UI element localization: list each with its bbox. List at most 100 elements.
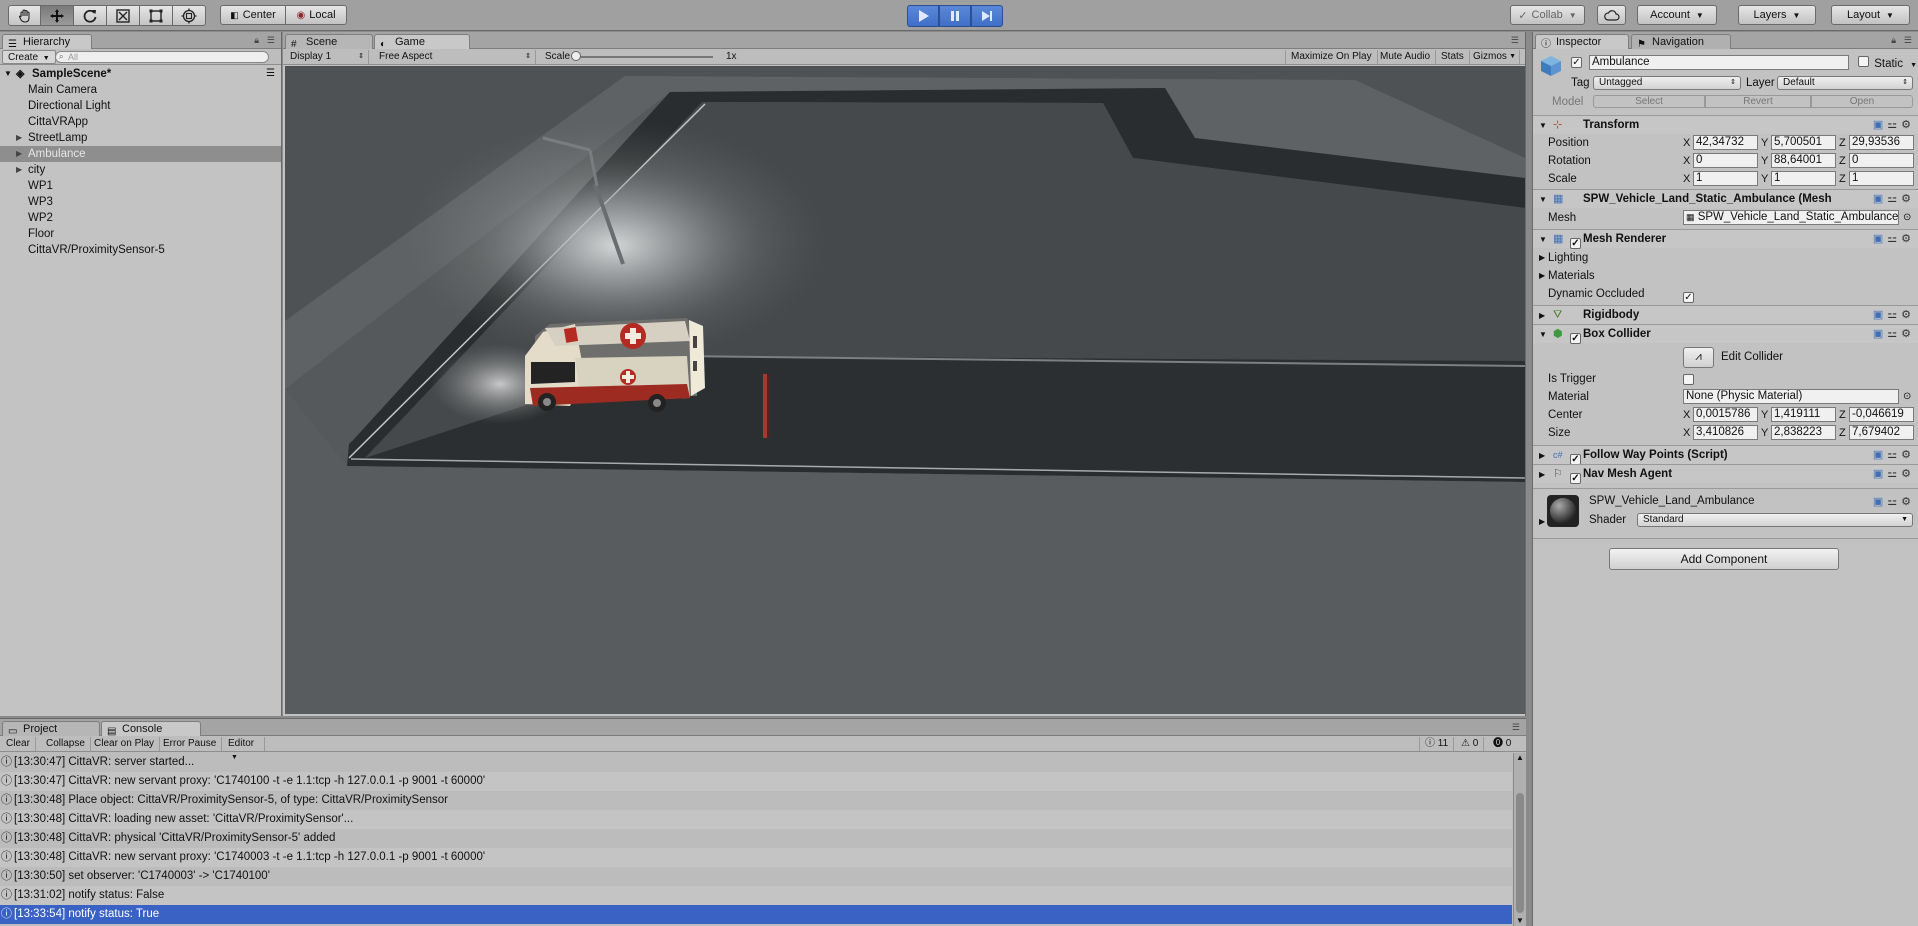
scene-menu-icon[interactable]: ☰ bbox=[266, 66, 275, 82]
console-log-row[interactable]: ⓘ [13:30:48] CittaVR: physical 'CittaVR/P… bbox=[0, 829, 1512, 848]
axis-x-label[interactable]: X bbox=[1683, 152, 1690, 170]
display-dropdown[interactable]: Display 1 ⇕ bbox=[285, 50, 369, 64]
help-book-icon[interactable]: ▣ bbox=[1873, 309, 1887, 321]
create-dropdown[interactable]: Create ▼ bbox=[2, 50, 56, 64]
editor-dropdown[interactable]: Editor ▼ bbox=[223, 737, 265, 761]
material-preview-sphere-icon[interactable] bbox=[1547, 495, 1579, 527]
pause-button[interactable] bbox=[939, 5, 971, 27]
scale-slider-track[interactable] bbox=[573, 56, 713, 58]
axis-x-label[interactable]: X bbox=[1683, 406, 1690, 424]
mesh-renderer-component-header[interactable]: ▼ ▦ ✓ Mesh Renderer ▣⚍⚙ bbox=[1533, 229, 1918, 249]
rotate-tool-icon[interactable] bbox=[74, 5, 107, 26]
tab-inspector[interactable]: ⓘ Inspector bbox=[1535, 34, 1629, 50]
object-picker-icon[interactable]: ⊙ bbox=[1903, 209, 1911, 227]
hierarchy-item[interactable]: ▶ Ambulance bbox=[0, 146, 281, 162]
expanded-arrow-icon[interactable]: ▼ bbox=[1539, 116, 1547, 135]
tab-hierarchy[interactable]: ☰ Hierarchy bbox=[2, 34, 92, 50]
preset-sliders-icon[interactable]: ⚍ bbox=[1887, 496, 1901, 508]
hierarchy-item[interactable]: Floor bbox=[0, 226, 281, 242]
collapsed-arrow-icon[interactable]: ▶ bbox=[1539, 306, 1545, 325]
preset-sliders-icon[interactable]: ⚍ bbox=[1887, 309, 1901, 321]
gear-icon[interactable]: ⚙ bbox=[1901, 468, 1915, 480]
panel-menu-icon[interactable]: ☰ bbox=[1511, 35, 1519, 46]
clear-on-play-toggle[interactable]: Clear on Play bbox=[89, 737, 161, 751]
scroll-down-icon[interactable]: ▼ bbox=[1516, 916, 1524, 925]
console-log-row[interactable]: ⓘ [13:30:50] set observer: 'C1740003' -> … bbox=[0, 867, 1512, 886]
box-collider-component-header[interactable]: ▼ ⬢ ✓ Box Collider ▣⚍⚙ bbox=[1533, 324, 1918, 344]
gear-icon[interactable]: ⚙ bbox=[1901, 496, 1915, 508]
play-button[interactable] bbox=[907, 5, 939, 27]
collapsed-arrow-icon[interactable]: ▶ bbox=[1539, 446, 1545, 465]
error-pause-toggle[interactable]: Error Pause bbox=[158, 737, 223, 751]
panel-menu-icon[interactable]: ☰ bbox=[267, 35, 275, 46]
stats-toggle[interactable]: Stats bbox=[1436, 50, 1470, 64]
axis-z-label[interactable]: Z bbox=[1839, 406, 1846, 424]
console-log-row[interactable]: ⓘ [13:30:48] CittaVR: new servant proxy: … bbox=[0, 848, 1512, 867]
account-dropdown[interactable]: Account ▼ bbox=[1637, 5, 1717, 25]
collapsed-arrow-icon[interactable]: ▶ bbox=[1539, 465, 1545, 484]
console-scrollbar[interactable]: ▲ ▼ bbox=[1513, 753, 1526, 926]
preset-sliders-icon[interactable]: ⚍ bbox=[1887, 119, 1901, 131]
console-log-row[interactable]: ⓘ [13:30:48] CittaVR: loading new asset: … bbox=[0, 810, 1512, 829]
gear-icon[interactable]: ⚙ bbox=[1901, 233, 1915, 245]
console-scroll-thumb[interactable] bbox=[1516, 793, 1524, 913]
expanded-arrow-icon[interactable]: ▼ bbox=[1539, 325, 1547, 344]
axis-y-label[interactable]: Y bbox=[1761, 152, 1768, 170]
tab-navigation[interactable]: ⚑ Navigation bbox=[1631, 34, 1731, 50]
info-filter-toggle[interactable]: ⓘ 11 bbox=[1419, 737, 1455, 751]
maximize-on-play-toggle[interactable]: Maximize On Play bbox=[1285, 50, 1378, 64]
axis-y-label[interactable]: Y bbox=[1761, 424, 1768, 442]
layer-dropdown[interactable]: Default ⇕ bbox=[1777, 76, 1913, 90]
tab-scene[interactable]: # Scene bbox=[285, 34, 373, 50]
expanded-arrow-icon[interactable]: ▼ bbox=[4, 66, 12, 82]
help-book-icon[interactable]: ▣ bbox=[1873, 496, 1887, 508]
pivot-mode-button[interactable]: ◧ Center bbox=[220, 5, 286, 25]
gear-icon[interactable]: ⚙ bbox=[1901, 193, 1915, 205]
tab-console[interactable]: ▤ Console bbox=[101, 721, 201, 737]
mesh-field[interactable]: ▦ SPW_Vehicle_Land_Static_Ambulance bbox=[1683, 210, 1899, 225]
panel-menu-icon[interactable]: ☰ bbox=[1904, 35, 1912, 46]
hand-tool-icon[interactable] bbox=[8, 5, 41, 26]
collapsed-arrow-icon[interactable]: ▶ bbox=[1539, 517, 1545, 526]
axis-y-label[interactable]: Y bbox=[1761, 170, 1768, 188]
collider-center-z-field[interactable]: -0,046619 bbox=[1849, 407, 1914, 422]
hierarchy-item[interactable]: ▶ city bbox=[0, 162, 281, 178]
hierarchy-item[interactable]: WP2 bbox=[0, 210, 281, 226]
tab-game[interactable]: ◐ Game bbox=[374, 34, 470, 50]
static-checkbox[interactable] bbox=[1858, 56, 1869, 67]
console-log-row[interactable]: ⓘ [13:30:47] CittaVR: server started... bbox=[0, 753, 1512, 772]
move-tool-icon[interactable] bbox=[41, 5, 74, 26]
preset-sliders-icon[interactable]: ⚍ bbox=[1887, 233, 1901, 245]
error-filter-toggle[interactable]: ⓿ 0 bbox=[1488, 737, 1516, 751]
collab-button[interactable]: ✓ Collab ▼ bbox=[1510, 5, 1585, 25]
nav-mesh-agent-enabled-checkbox[interactable]: ✓ bbox=[1570, 469, 1581, 488]
collider-center-y-field[interactable]: 1,419111 bbox=[1771, 407, 1836, 422]
axis-z-label[interactable]: Z bbox=[1839, 134, 1846, 152]
preset-sliders-icon[interactable]: ⚍ bbox=[1887, 449, 1901, 461]
help-book-icon[interactable]: ▣ bbox=[1873, 233, 1887, 245]
game-viewport[interactable] bbox=[285, 66, 1525, 714]
axis-z-label[interactable]: Z bbox=[1839, 170, 1846, 188]
axis-x-label[interactable]: X bbox=[1683, 134, 1690, 152]
axis-z-label[interactable]: Z bbox=[1839, 424, 1846, 442]
console-log-row[interactable]: ⓘ [13:31:02] notify status: False bbox=[0, 886, 1512, 905]
mute-audio-toggle[interactable]: Mute Audio bbox=[1375, 50, 1437, 64]
gear-icon[interactable]: ⚙ bbox=[1901, 449, 1915, 461]
revert-button[interactable]: Revert bbox=[1705, 95, 1811, 108]
rotation-x-field[interactable]: 0 bbox=[1693, 153, 1758, 168]
preset-sliders-icon[interactable]: ⚍ bbox=[1887, 328, 1901, 340]
preset-sliders-icon[interactable]: ⚍ bbox=[1887, 193, 1901, 205]
collider-material-field[interactable]: None (Physic Material) bbox=[1683, 389, 1899, 404]
aspect-dropdown[interactable]: Free Aspect ⇕ bbox=[374, 50, 536, 64]
scale-tool-icon[interactable] bbox=[107, 5, 140, 26]
hierarchy-item[interactable]: Directional Light bbox=[0, 98, 281, 114]
hierarchy-item[interactable]: WP3 bbox=[0, 194, 281, 210]
lock-icon[interactable]: 🔒︎ bbox=[1891, 35, 1896, 46]
gear-icon[interactable]: ⚙ bbox=[1901, 328, 1915, 340]
axis-x-label[interactable]: X bbox=[1683, 424, 1690, 442]
object-active-checkbox[interactable]: ✓ bbox=[1571, 56, 1582, 68]
axis-y-label[interactable]: Y bbox=[1761, 134, 1768, 152]
hierarchy-search-input[interactable]: ⌕ All bbox=[55, 51, 269, 63]
scale-x-field[interactable]: 1 bbox=[1693, 171, 1758, 186]
help-book-icon[interactable]: ▣ bbox=[1873, 468, 1887, 480]
